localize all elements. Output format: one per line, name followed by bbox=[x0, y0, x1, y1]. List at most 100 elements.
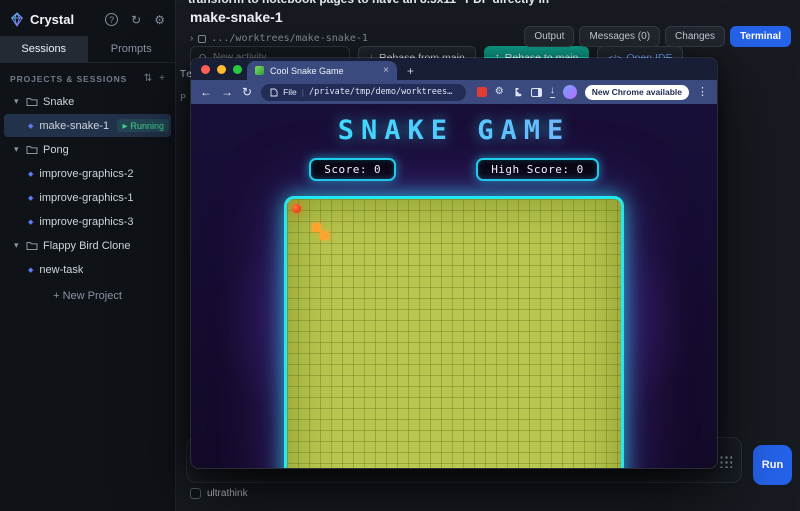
forward-icon[interactable]: → bbox=[221, 86, 233, 98]
sidebar-header: Crystal ? ↻ ⚙ bbox=[0, 0, 175, 36]
score-box: Score: 0 bbox=[309, 158, 396, 181]
session-diamond-icon: ◆ bbox=[28, 266, 33, 274]
worktree-path: .../worktrees/make-snake-1 bbox=[211, 33, 368, 44]
session-label: improve-graphics-3 bbox=[39, 216, 133, 228]
session-diamond-icon: ◆ bbox=[28, 218, 33, 226]
sidebar-item-session-new-task[interactable]: ◆ new-task bbox=[4, 258, 171, 281]
new-tab-icon[interactable]: + bbox=[407, 65, 414, 77]
folder-icon bbox=[26, 97, 38, 107]
food-dot bbox=[292, 204, 301, 213]
high-score-box: High Score: 0 bbox=[476, 158, 599, 181]
project-label: Flappy Bird Clone bbox=[43, 240, 130, 252]
chevron-down-icon[interactable]: ▾ bbox=[14, 96, 22, 107]
sidebar-item-session-improve-graphics-3[interactable]: ◆ improve-graphics-3 bbox=[4, 210, 171, 233]
app-window: Crystal ? ↻ ⚙ Sessions Prompts PROJECTS … bbox=[0, 0, 800, 511]
profile-avatar[interactable] bbox=[563, 85, 577, 99]
sidebar-item-session-make-snake-1[interactable]: ◆ make-snake-1 ▶ Running bbox=[4, 114, 171, 137]
gear-icon[interactable]: ⚙ bbox=[495, 87, 504, 97]
terminal-text-fragment: P bbox=[180, 93, 186, 104]
snake-segment bbox=[320, 231, 329, 240]
sidebar-item-project-flappy-bird-clone[interactable]: ▾ Flappy Bird Clone bbox=[4, 234, 171, 257]
ultrathink-label: ultrathink bbox=[207, 488, 248, 499]
score-row: Score: 0 High Score: 0 bbox=[191, 158, 717, 181]
page-title: make-snake-1 bbox=[190, 9, 283, 25]
run-button[interactable]: Run bbox=[753, 445, 792, 485]
changes-view-button[interactable]: Changes bbox=[665, 26, 725, 47]
play-icon: ▶ bbox=[122, 122, 127, 130]
sidebar-tabs: Sessions Prompts bbox=[0, 36, 175, 63]
chrome-browser-window[interactable]: Cool Snake Game × + ← → ↻ File | /privat… bbox=[190, 57, 718, 469]
snake-game-page: SNAKE GAME Score: 0 High Score: 0 bbox=[191, 104, 717, 469]
sidebar-item-session-improve-graphics-2[interactable]: ◆ improve-graphics-2 bbox=[4, 162, 171, 185]
terminal-view-button[interactable]: Terminal bbox=[730, 26, 791, 47]
tab-title: Cool Snake Game bbox=[270, 66, 377, 76]
address-path: /private/tmp/demo/worktrees/make-... bbox=[309, 87, 457, 97]
close-window-icon[interactable] bbox=[201, 65, 210, 74]
sidebar-item-session-improve-graphics-1[interactable]: ◆ improve-graphics-1 bbox=[4, 186, 171, 209]
game-title: SNAKE GAME bbox=[191, 115, 717, 146]
worktree-icon bbox=[198, 35, 206, 43]
reload-icon[interactable]: ↻ bbox=[242, 86, 252, 98]
output-view-button[interactable]: Output bbox=[524, 26, 574, 47]
clipped-prompt-text: transform to notebook pages to have an 8… bbox=[188, 0, 549, 6]
session-diamond-icon: ◆ bbox=[28, 122, 33, 130]
projects-section-title: PROJECTS & SESSIONS bbox=[10, 74, 137, 84]
add-project-icon[interactable]: + bbox=[159, 73, 165, 84]
address-scheme: File bbox=[283, 87, 297, 97]
sort-icon[interactable]: ⇅ bbox=[144, 73, 152, 84]
chevron-down-icon[interactable]: ▾ bbox=[14, 144, 22, 155]
session-label: make-snake-1 bbox=[39, 120, 109, 132]
back-icon[interactable]: ← bbox=[200, 86, 212, 98]
browser-toolbar-icons: ⚙ ↓ New Chrome available ⋮ bbox=[477, 85, 708, 100]
game-board bbox=[284, 196, 624, 469]
address-separator: | bbox=[302, 87, 304, 97]
close-tab-icon[interactable]: × bbox=[383, 65, 389, 76]
folder-icon bbox=[26, 145, 38, 155]
sidebar-item-project-snake[interactable]: ▾ Snake bbox=[4, 90, 171, 113]
download-icon[interactable]: ↓ bbox=[550, 86, 555, 98]
crystal-logo-icon bbox=[10, 12, 24, 27]
projects-section-header: PROJECTS & SESSIONS ⇅ + bbox=[0, 63, 175, 89]
file-icon bbox=[270, 88, 278, 97]
session-label: new-task bbox=[39, 264, 83, 276]
side-panel-icon[interactable] bbox=[531, 88, 542, 97]
browser-tab-bar: Cool Snake Game × + bbox=[191, 58, 717, 80]
view-switcher: Output Messages (0) Changes Terminal bbox=[524, 26, 791, 47]
session-label: improve-graphics-2 bbox=[39, 168, 133, 180]
tab-sessions[interactable]: Sessions bbox=[0, 36, 88, 62]
extensions-puzzle-icon[interactable] bbox=[512, 87, 523, 98]
sidebar: Crystal ? ↻ ⚙ Sessions Prompts PROJECTS … bbox=[0, 0, 176, 511]
tab-prompts[interactable]: Prompts bbox=[88, 36, 176, 62]
project-label: Snake bbox=[43, 96, 74, 108]
favicon bbox=[255, 66, 264, 75]
messages-view-button[interactable]: Messages (0) bbox=[579, 26, 660, 47]
window-controls bbox=[201, 65, 242, 74]
chevron-right-icon: › bbox=[190, 33, 193, 44]
breadcrumb: › .../worktrees/make-snake-1 bbox=[190, 33, 368, 44]
chevron-down-icon[interactable]: ▾ bbox=[14, 240, 22, 251]
session-diamond-icon: ◆ bbox=[28, 194, 33, 202]
project-session-tree: ▾ Snake ◆ make-snake-1 ▶ Running ▾ Pong … bbox=[0, 90, 175, 281]
commands-grid-icon[interactable] bbox=[719, 455, 732, 468]
help-icon[interactable]: ? bbox=[105, 13, 118, 26]
session-diamond-icon: ◆ bbox=[28, 170, 33, 178]
running-status-text: Running bbox=[130, 121, 164, 131]
chrome-update-pill[interactable]: New Chrome available bbox=[585, 85, 689, 100]
ultrathink-checkbox[interactable] bbox=[190, 488, 201, 499]
sidebar-item-project-pong[interactable]: ▾ Pong bbox=[4, 138, 171, 161]
extension-icon[interactable] bbox=[477, 87, 487, 97]
session-label: improve-graphics-1 bbox=[39, 192, 133, 204]
browser-tab[interactable]: Cool Snake Game × bbox=[247, 61, 397, 80]
folder-icon bbox=[26, 241, 38, 251]
new-project-button[interactable]: + New Project bbox=[0, 290, 175, 302]
maximize-window-icon[interactable] bbox=[233, 65, 242, 74]
ultrathink-option: ultrathink bbox=[190, 488, 248, 499]
refresh-icon[interactable]: ↻ bbox=[131, 14, 141, 26]
browser-menu-icon[interactable]: ⋮ bbox=[697, 87, 708, 98]
project-label: Pong bbox=[43, 144, 69, 156]
app-title: Crystal bbox=[30, 12, 95, 27]
settings-gear-icon[interactable]: ⚙ bbox=[154, 14, 165, 26]
address-bar[interactable]: File | /private/tmp/demo/worktrees/make-… bbox=[261, 84, 466, 101]
minimize-window-icon[interactable] bbox=[217, 65, 226, 74]
running-status-badge: ▶ Running bbox=[117, 119, 169, 132]
